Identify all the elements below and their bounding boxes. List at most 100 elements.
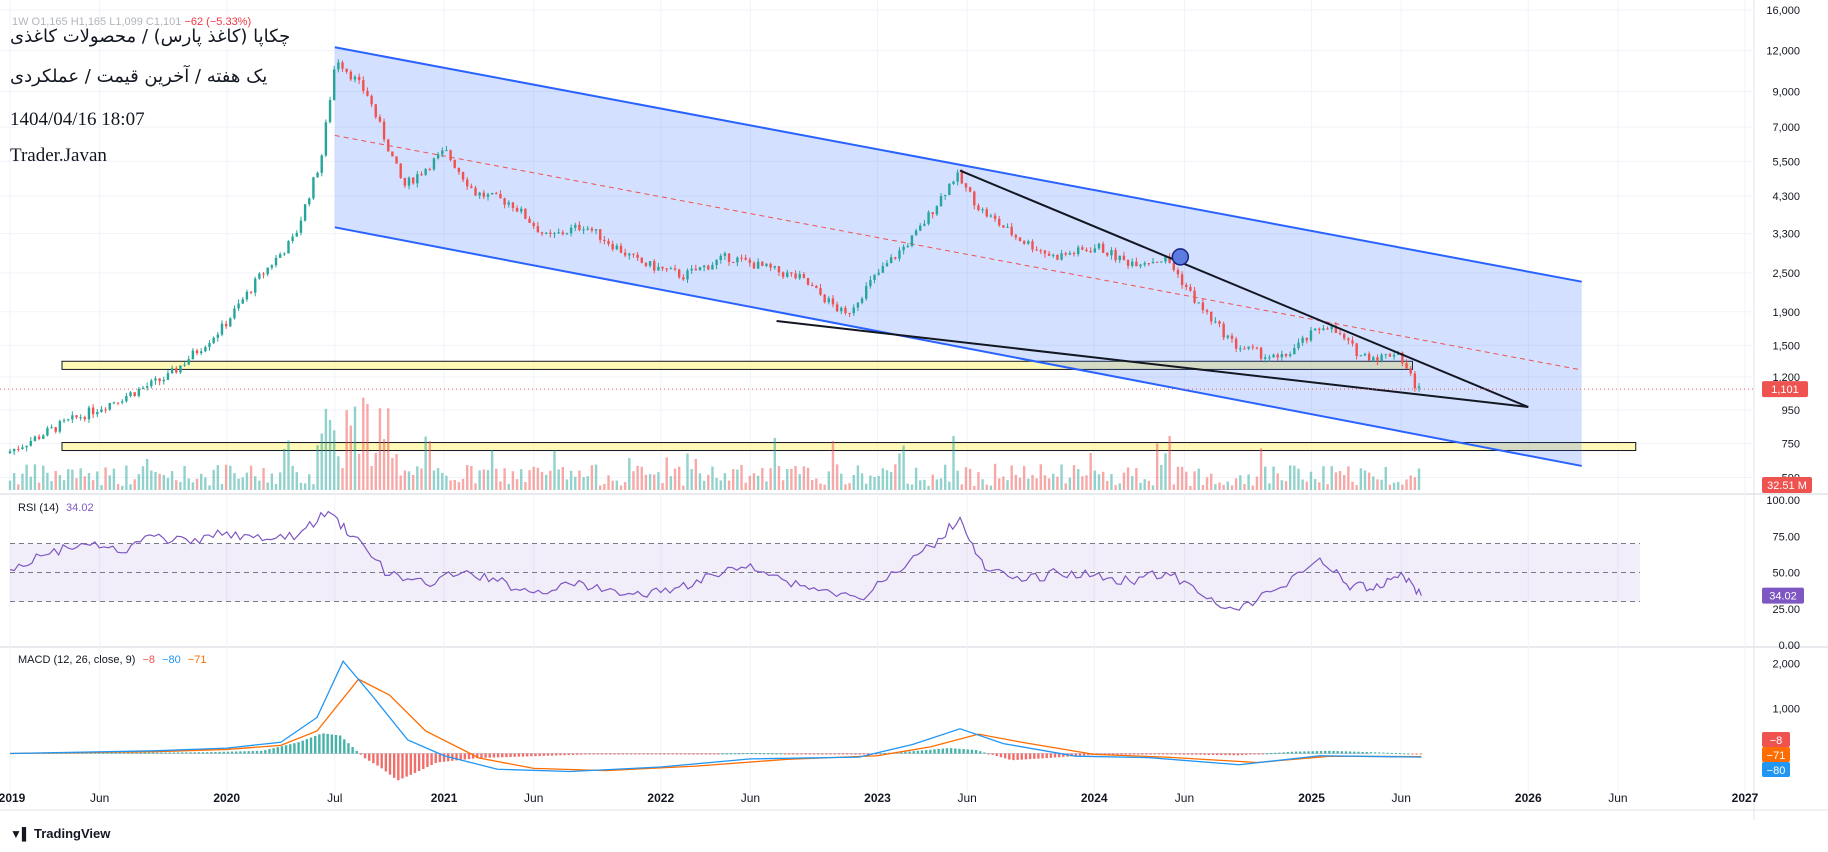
candle-body (619, 245, 623, 253)
candle-body (889, 257, 893, 264)
candle-body (87, 407, 91, 420)
macd-histogram-bar (210, 752, 213, 754)
volume-bar (42, 465, 45, 490)
macd-histogram-bar (368, 753, 371, 761)
candle-body (241, 299, 244, 304)
volume-bar (503, 468, 506, 490)
volume-bar (1413, 477, 1417, 490)
macd-histogram-bar (1078, 753, 1082, 756)
candle-body (673, 268, 677, 270)
macd-histogram-bar (600, 753, 604, 755)
candle-body (382, 121, 386, 140)
macd-histogram-bar (355, 750, 358, 754)
macd-histogram-bar (247, 751, 250, 754)
volume-bar (1060, 464, 1063, 490)
macd-histogram-bar (546, 753, 550, 756)
macd-histogram-bar (126, 752, 130, 754)
macd-histogram-bar (426, 753, 429, 768)
candle-body (411, 177, 415, 184)
volume-bar (345, 410, 348, 490)
candle-body (457, 167, 461, 173)
candle-body (129, 392, 132, 396)
candle-body (1255, 347, 1259, 349)
macd-histogram-bar (829, 753, 832, 755)
volume-bar (353, 406, 357, 490)
macd-histogram-bar (189, 752, 192, 754)
volume-bar (848, 483, 851, 490)
macd-histogram-bar (530, 753, 533, 757)
volume-bar (495, 468, 498, 490)
volume-bar (968, 468, 972, 490)
candle-body (416, 174, 419, 184)
tradingview-logo[interactable]: ▼▌ TradingView (10, 826, 110, 841)
candle-body (370, 95, 373, 105)
channel-fill (334, 47, 1582, 466)
candle-body (1160, 261, 1163, 263)
macd-histogram-bar (1303, 751, 1306, 754)
candle-body (653, 261, 656, 271)
volume-bar (270, 473, 274, 490)
candle-body (561, 232, 565, 235)
macd-histogram-bar (617, 753, 620, 755)
volume-bar (316, 445, 319, 490)
volume-bar (274, 483, 278, 490)
macd-histogram-bar (1344, 751, 1348, 754)
candle-body (1155, 261, 1159, 263)
candle-body (1027, 241, 1030, 244)
macd-histogram-bar (954, 748, 957, 754)
candle-body (8, 451, 12, 454)
volume-bar (661, 482, 664, 490)
candle-body (935, 206, 939, 215)
candle-body (860, 298, 864, 303)
candle-body (378, 116, 382, 122)
candle-body (1139, 264, 1142, 267)
macd-histogram-bar (779, 753, 782, 755)
candle-body (1268, 357, 1271, 359)
candle-body (682, 277, 685, 280)
macd-histogram-bar (160, 752, 163, 754)
volume-bar (578, 470, 581, 490)
macd-histogram-bar (808, 753, 812, 755)
macd-histogram-bar (517, 753, 521, 757)
macd-histogram-bar (1132, 753, 1136, 755)
candle-body (968, 187, 972, 192)
candle-body (524, 208, 527, 219)
price-tick-label: 7,000 (1772, 122, 1800, 134)
macd-legend: MACD (12, 26, close, 9) −8 −80 −71 (18, 654, 206, 666)
volume-bar (208, 485, 211, 490)
candle-body (1093, 248, 1097, 253)
candle-body (428, 169, 431, 171)
volume-bar (328, 419, 332, 490)
candle-body (756, 261, 760, 269)
macd-histogram-bar (1245, 753, 1248, 755)
candle-body (574, 224, 577, 228)
macd-histogram-bar (658, 753, 662, 755)
volume-bar (1085, 475, 1088, 490)
candle-body (320, 155, 323, 173)
candle-body (154, 378, 157, 381)
volume-bar (1089, 452, 1092, 490)
candle-body (1264, 357, 1267, 359)
macd-histogram-bar (180, 752, 184, 754)
macd-histogram-bar (1037, 753, 1040, 759)
volume-bar (428, 441, 431, 490)
candle-body (740, 257, 743, 259)
volume-bar (927, 485, 930, 490)
macd-histogram-bar (409, 753, 412, 775)
macd-histogram-bar (1328, 750, 1331, 754)
macd-histogram-bar (1224, 753, 1227, 756)
volume-bar (1297, 468, 1300, 490)
macd-histogram-bar (334, 734, 338, 754)
macd-signal-line (9, 678, 1422, 772)
macd-histogram-bar (700, 753, 703, 755)
macd-histogram-bar (787, 753, 791, 755)
macd-histogram-bar (1240, 753, 1244, 756)
macd-histogram-bar (683, 753, 687, 755)
volume-bar (1035, 478, 1038, 490)
volume-bar (436, 468, 440, 490)
volume-bar (357, 453, 361, 490)
volume-bar (1330, 466, 1333, 490)
candle-body (549, 232, 552, 234)
volume-bar (154, 472, 157, 490)
candle-body (856, 302, 860, 308)
